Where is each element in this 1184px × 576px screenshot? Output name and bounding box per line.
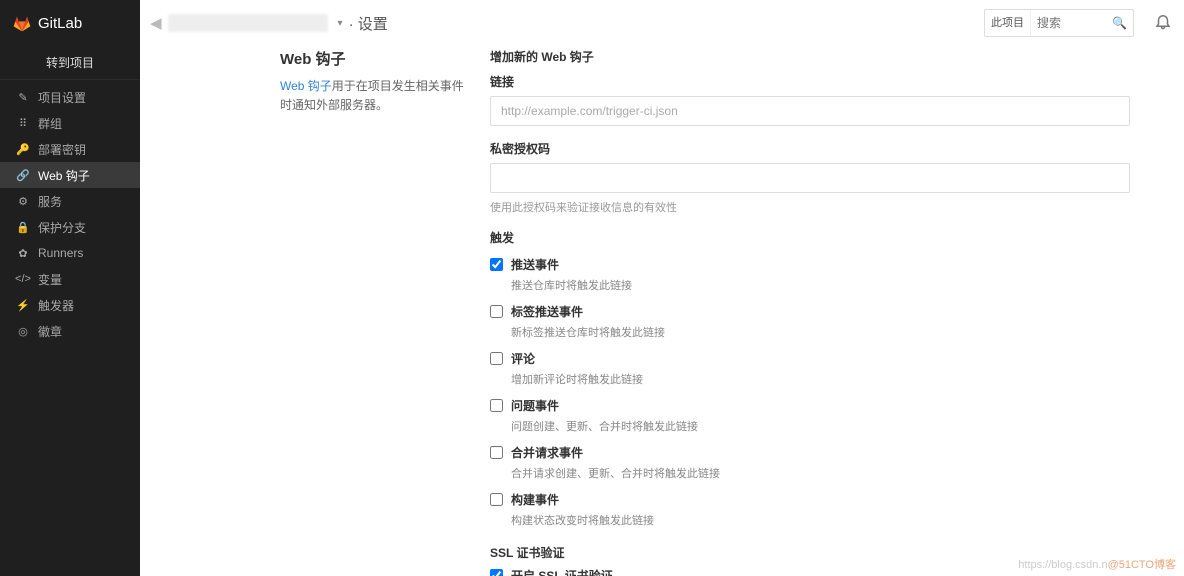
sidebar-icon: 🔑: [14, 143, 32, 156]
sidebar-label: 群组: [38, 115, 62, 132]
webhooks-doc-link[interactable]: Web 钩子: [280, 79, 332, 93]
trigger-item-2: 评论增加新评论时将触发此链接: [490, 350, 1130, 387]
sidebar-icon: ◎: [14, 325, 32, 338]
search-input[interactable]: [1031, 16, 1112, 30]
chevron-left-icon[interactable]: ◀: [150, 14, 162, 32]
url-input[interactable]: [490, 96, 1130, 126]
search-icon[interactable]: 🔍: [1112, 16, 1127, 30]
chevron-down-icon[interactable]: ▾: [338, 18, 343, 29]
breadcrumb-suffix: · 设置: [349, 13, 388, 34]
trigger-checkbox[interactable]: [490, 352, 503, 365]
notifications-icon[interactable]: [1154, 12, 1172, 33]
search-scope[interactable]: 此项目: [985, 10, 1031, 36]
trigger-item-1: 标签推送事件新标签推送仓库时将触发此链接: [490, 303, 1130, 340]
sidebar-label: 服务: [38, 193, 62, 210]
sidebar-item-7[interactable]: </> 变量: [0, 266, 140, 292]
trigger-checkbox[interactable]: [490, 446, 503, 459]
trigger-item-0: 推送事件推送仓库时将触发此链接: [490, 256, 1130, 293]
triggers-label: 触发: [490, 229, 1130, 246]
sidebar-icon: ✎: [14, 91, 32, 104]
sidebar-item-4[interactable]: ⚙ 服务: [0, 188, 140, 214]
sidebar-icon: ⚡: [14, 299, 32, 312]
trigger-label[interactable]: 标签推送事件: [490, 303, 1130, 320]
back-to-project[interactable]: 转到项目: [0, 46, 140, 80]
sidebar-icon: ⚙: [14, 195, 32, 208]
sidebar-item-3[interactable]: 🔗 Web 钩子: [0, 162, 140, 188]
sidebar-label: 部署密钥: [38, 141, 86, 158]
search-box[interactable]: 此项目 🔍: [984, 9, 1134, 37]
watermark: https://blog.csdn.n@51CTO博客: [1018, 556, 1176, 572]
brand-logo[interactable]: GitLab: [0, 0, 140, 46]
sidebar-label: Web 钩子: [38, 167, 90, 184]
sidebar-item-1[interactable]: ⠿ 群组: [0, 110, 140, 136]
sidebar-item-6[interactable]: ✿ Runners: [0, 240, 140, 266]
trigger-checkbox[interactable]: [490, 493, 503, 506]
sidebar-label: 保护分支: [38, 219, 86, 236]
sidebar-label: 触发器: [38, 297, 74, 314]
trigger-item-3: 问题事件问题创建、更新、合并时将触发此链接: [490, 397, 1130, 434]
sidebar-label: 项目设置: [38, 89, 86, 106]
trigger-item-4: 合并请求事件合并请求创建、更新、合并时将触发此链接: [490, 444, 1130, 481]
sidebar-icon: 🔒: [14, 221, 32, 234]
token-label: 私密授权码: [490, 140, 1130, 157]
token-input[interactable]: [490, 163, 1130, 193]
trigger-sub: 构建状态改变时将触发此链接: [511, 512, 1130, 528]
trigger-label[interactable]: 评论: [490, 350, 1130, 367]
trigger-sub: 问题创建、更新、合并时将触发此链接: [511, 418, 1130, 434]
trigger-sub: 新标签推送仓库时将触发此链接: [511, 324, 1130, 340]
main-content: Web 钩子 Web 钩子用于在项目发生相关事件时通知外部服务器。 增加新的 W…: [140, 46, 1184, 576]
section-description: Web 钩子用于在项目发生相关事件时通知外部服务器。: [280, 77, 470, 115]
sidebar-icon: </>: [14, 273, 32, 285]
gitlab-logo-icon: [12, 13, 32, 33]
breadcrumb-project-blur: [168, 14, 328, 32]
trigger-sub: 增加新评论时将触发此链接: [511, 371, 1130, 387]
sidebar-icon: ⠿: [14, 117, 32, 130]
trigger-label[interactable]: 推送事件: [490, 256, 1130, 273]
sidebar-label: Runners: [38, 246, 83, 260]
trigger-label[interactable]: 问题事件: [490, 397, 1130, 414]
trigger-checkbox[interactable]: [490, 305, 503, 318]
sidebar-item-2[interactable]: 🔑 部署密钥: [0, 136, 140, 162]
section-title: Web 钩子: [280, 48, 470, 69]
sidebar-item-9[interactable]: ◎ 徽章: [0, 318, 140, 344]
url-label: 链接: [490, 73, 1130, 90]
sidebar: 转到项目 ✎ 项目设置 ⠿ 群组 🔑 部署密钥 🔗 Web 钩子 ⚙ 服务 🔒 保护分支 ✿ Runner…: [0, 46, 140, 576]
sidebar-label: 徽章: [38, 323, 62, 340]
trigger-label[interactable]: 合并请求事件: [490, 444, 1130, 461]
sidebar-icon: 🔗: [14, 169, 32, 182]
trigger-sub: 推送仓库时将触发此链接: [511, 277, 1130, 293]
top-header: GitLab ◀ ▾ · 设置 此项目 🔍: [0, 0, 1184, 46]
trigger-checkbox[interactable]: [490, 399, 503, 412]
add-hook-title: 增加新的 Web 钩子: [490, 48, 1130, 65]
sidebar-item-5[interactable]: 🔒 保护分支: [0, 214, 140, 240]
trigger-checkbox[interactable]: [490, 258, 503, 271]
ssl-checkbox[interactable]: [490, 569, 503, 576]
sidebar-item-0[interactable]: ✎ 项目设置: [0, 84, 140, 110]
brand-name: GitLab: [38, 15, 82, 32]
sidebar-item-8[interactable]: ⚡ 触发器: [0, 292, 140, 318]
sidebar-icon: ✿: [14, 247, 32, 260]
token-hint: 使用此授权码来验证接收信息的有效性: [490, 199, 1130, 215]
trigger-label[interactable]: 构建事件: [490, 491, 1130, 508]
trigger-item-5: 构建事件构建状态改变时将触发此链接: [490, 491, 1130, 528]
trigger-sub: 合并请求创建、更新、合并时将触发此链接: [511, 465, 1130, 481]
sidebar-label: 变量: [38, 271, 62, 288]
